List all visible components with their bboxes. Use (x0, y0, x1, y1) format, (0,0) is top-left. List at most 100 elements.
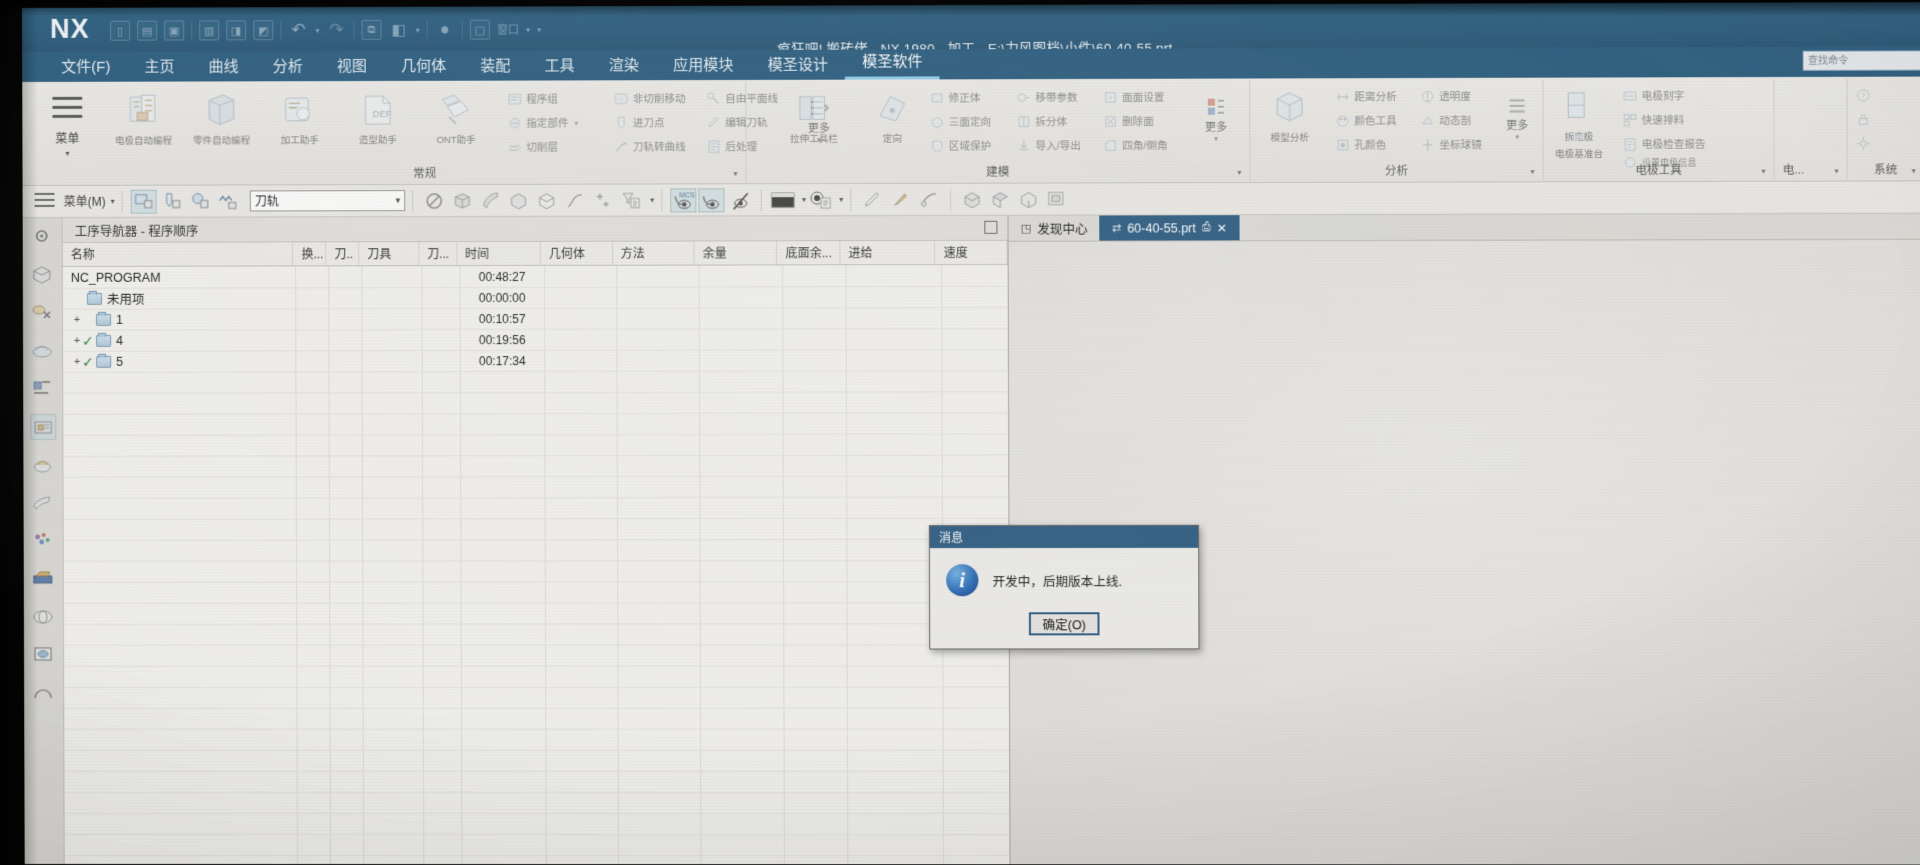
column-header-change[interactable]: 换... (293, 242, 326, 265)
tab-tools[interactable]: 工具 (527, 52, 591, 80)
filter-list-icon[interactable] (618, 188, 644, 212)
ribbon-smallbutton-color-tool[interactable]: 颜色工具 (1335, 110, 1397, 131)
ribbon-button-extrude-toolbar[interactable]: 拉伸工具栏 (783, 86, 846, 160)
create-method-icon[interactable] (215, 189, 241, 213)
view-front-icon[interactable] (959, 187, 985, 211)
ribbon-button-orient[interactable]: 定向 (861, 85, 924, 159)
color-swatch-icon[interactable] (770, 188, 796, 212)
ribbon-smallbutton-three-face-orient[interactable]: 三面定向 (930, 111, 992, 132)
ribbon-smallbutton-dynamic-section[interactable]: 动态剖 (1420, 110, 1471, 131)
print-icon[interactable]: ▥ (199, 20, 219, 40)
edit-pencil-icon[interactable] (859, 187, 885, 211)
ribbon-smallbutton-toolpath-to-curve[interactable]: 刀轨转曲线 (614, 136, 686, 157)
column-header-floor-stock[interactable]: 底面余... (777, 241, 840, 264)
tab-application-modules[interactable]: 应用模块 (656, 52, 751, 80)
render-caret-icon[interactable]: ▾ (839, 195, 843, 204)
column-header-time[interactable]: 时间 (457, 242, 541, 265)
ribbon-smallbutton-help[interactable]: ? (1856, 85, 1871, 106)
sidebar-process-studio-icon[interactable] (30, 528, 56, 554)
sidebar-assembly-navigator-icon[interactable] (29, 224, 55, 250)
erase-icon[interactable] (916, 187, 942, 211)
ribbon-button-electrode-auto-program[interactable]: 电极自动编程 (112, 88, 174, 162)
ribbon-group-expand-icon[interactable]: ▾ (733, 169, 737, 178)
ribbon-group-expand-icon[interactable]: ▾ (1530, 167, 1534, 176)
color-caret-icon[interactable]: ▾ (802, 195, 806, 204)
create-tool-icon[interactable] (159, 189, 185, 213)
open-icon[interactable]: ▤ (137, 21, 157, 41)
ribbon-smallbutton-lock[interactable] (1856, 109, 1871, 130)
chevron-down-icon[interactable]: ▾ (1214, 135, 1218, 143)
ribbon-smallbutton-corner-chamfer[interactable]: 四角/倒角 (1103, 135, 1168, 156)
ribbon-smallbutton-coord-mirror[interactable]: 坐标球镜 (1420, 134, 1482, 155)
expander-icon[interactable]: + (72, 335, 82, 345)
sidebar-system-scene-icon[interactable] (30, 490, 56, 516)
view-fit-icon[interactable] (1044, 187, 1070, 211)
search-input[interactable]: 查找命令 (1803, 50, 1920, 71)
block-icon[interactable] (505, 188, 531, 212)
ribbon-smallbutton-electrode-engrave[interactable]: 电极刻字 (1622, 85, 1684, 106)
column-header-method[interactable]: 方法 (613, 242, 695, 265)
ribbon-group-expand-icon[interactable]: ▾ (1912, 166, 1916, 175)
menu-button[interactable]: 菜单 ▾ (38, 88, 96, 168)
ribbon-more-button-analysis[interactable]: 更多 ▾ (1497, 90, 1538, 146)
surface-icon[interactable] (477, 188, 503, 212)
ribbon-button-modeling-assistant[interactable]: DEF 造型助手 (347, 87, 409, 161)
view-type-combobox[interactable]: 刀轨 ▾ (250, 190, 405, 211)
view-iso-icon[interactable] (1016, 187, 1042, 211)
ribbon-button-ont-assistant[interactable]: ONT助手 (425, 87, 487, 161)
paste-caret-icon[interactable]: ▾ (416, 25, 420, 34)
sidebar-machine-tool-icon[interactable] (30, 338, 56, 364)
ribbon-smallbutton-fix-body[interactable]: 修正体 (929, 87, 980, 108)
tab-curve[interactable]: 曲线 (191, 53, 255, 81)
window-caret-icon[interactable]: ▾ (526, 25, 530, 34)
create-program-icon[interactable] (131, 189, 157, 213)
redo-icon[interactable]: ↷ (326, 20, 346, 40)
print-preview-icon[interactable]: ◨ (226, 20, 246, 40)
point-icon[interactable] (590, 188, 616, 212)
save-icon[interactable]: ▣ (164, 20, 184, 40)
ribbon-button-electrode-datum[interactable]: 电极基准台 (1548, 128, 1611, 158)
sidebar-part-navigator-icon[interactable] (29, 262, 55, 288)
ribbon-smallbutton-split-body[interactable]: 拆分体 (1016, 111, 1067, 132)
solid-box-icon[interactable] (449, 188, 475, 212)
column-header-name[interactable]: 名称 (63, 242, 294, 266)
ribbon-smallbutton-face-setting[interactable]: 面面设置 (1103, 87, 1165, 108)
ribbon-smallbutton-non-cutting-move[interactable]: 非切削移动 (614, 88, 686, 109)
curve-icon[interactable] (562, 188, 588, 212)
tab-geometry[interactable]: 几何体 (384, 53, 463, 81)
window-label[interactable]: 窗口 (497, 21, 519, 37)
expander-icon[interactable]: + (72, 314, 82, 324)
ribbon-more-button-modeling[interactable]: 更多 ▾ (1196, 91, 1237, 147)
toolbar-menu-label[interactable]: 菜单(M) (64, 193, 106, 210)
table-row[interactable]: + ✓ 5 00:17:34 (63, 349, 1008, 372)
tab-assembly[interactable]: 装配 (463, 53, 527, 81)
sidebar-web-browser-icon[interactable] (30, 604, 56, 630)
sidebar-operation-navigator-icon[interactable] (29, 300, 55, 326)
qat-overflow-icon[interactable]: ▾ (537, 25, 541, 34)
column-header-tool[interactable]: 刀具 (359, 242, 419, 265)
filter-caret-icon[interactable]: ▾ (650, 195, 654, 204)
table-row[interactable]: NC_PROGRAM 00:48:27 (63, 265, 1008, 288)
tab-view[interactable]: 视图 (320, 53, 384, 81)
column-header-tool-num[interactable]: 刀.. (326, 242, 359, 265)
export-icon[interactable]: ◩ (253, 20, 273, 40)
expander-icon[interactable]: + (72, 356, 82, 366)
chevron-down-icon[interactable]: ▾ (396, 195, 401, 206)
column-header-geometry[interactable]: 几何体 (541, 242, 613, 265)
tab-part-file[interactable]: ⇄ 60-40-55.prt ⎙ ✕ (1100, 215, 1240, 240)
new-icon[interactable]: ▯ (110, 21, 130, 41)
wcs-display-icon[interactable] (698, 188, 724, 212)
ribbon-button-part-auto-program[interactable]: 零件自动编程 (190, 87, 252, 161)
ribbon-smallbutton-quick-layout[interactable]: 快速排料 (1622, 109, 1684, 130)
ribbon-smallbutton-transparency[interactable]: 透明度 (1420, 86, 1471, 107)
brush-icon[interactable] (888, 187, 914, 211)
chevron-down-icon[interactable]: ▾ (1515, 133, 1519, 141)
undo-icon[interactable]: ↶ (288, 20, 308, 40)
column-header-tool-desc[interactable]: 刀... (419, 242, 457, 265)
toolbar-hamburger-icon[interactable] (35, 192, 55, 210)
tab-home[interactable]: 主页 (127, 53, 191, 81)
tab-file[interactable]: 文件(F) (44, 54, 127, 82)
copy-icon[interactable]: ⧉ (361, 20, 381, 40)
ribbon-smallbutton-engage-point[interactable]: 进刀点 (614, 112, 665, 133)
ribbon-group-expand-icon[interactable]: ▾ (1237, 168, 1241, 177)
